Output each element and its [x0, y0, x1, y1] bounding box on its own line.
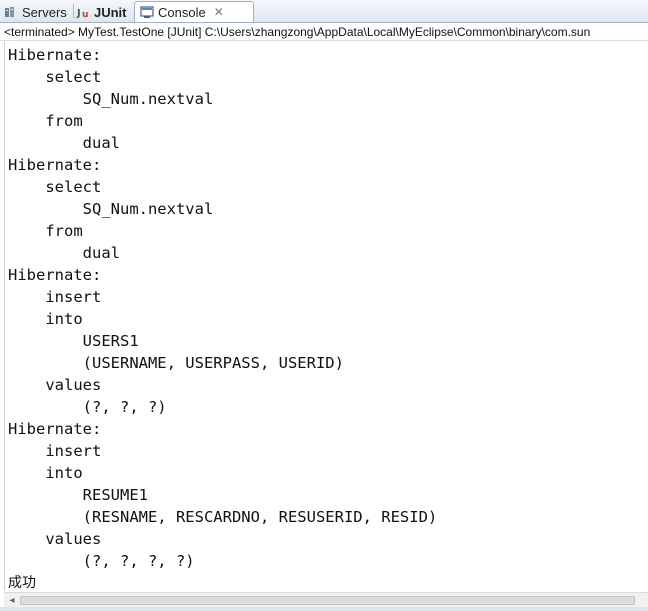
console-line: SQ_Num.nextval: [8, 200, 214, 218]
console-line: Hibernate:: [8, 420, 102, 438]
console-line: select: [8, 178, 102, 196]
scrollbar-thumb[interactable]: [20, 596, 635, 605]
tab-junit-label: JUnit: [94, 4, 127, 20]
tab-divider: [73, 4, 74, 18]
console-line: values: [8, 530, 102, 548]
horizontal-scrollbar[interactable]: ◂: [4, 592, 648, 608]
console-line: SQ_Num.nextval: [8, 90, 214, 108]
close-icon[interactable]: ✕: [214, 5, 224, 19]
console-line: dual: [8, 244, 120, 262]
console-line: values: [8, 376, 102, 394]
tab-servers-label: Servers: [22, 4, 67, 20]
tab-servers[interactable]: Servers: [4, 2, 67, 22]
console-line: (?, ?, ?, ?): [8, 552, 195, 570]
console-line: USERS1: [8, 332, 139, 350]
console-line: into: [8, 310, 83, 328]
tab-console[interactable]: Console ✕: [134, 1, 254, 22]
console-icon: [140, 5, 154, 19]
console-line: RESUME1: [8, 486, 148, 504]
console-line: (?, ?, ?): [8, 398, 167, 416]
console-frame-border: [4, 42, 5, 590]
console-line: from: [8, 222, 83, 240]
console-line: Hibernate:: [8, 156, 102, 174]
bottom-border: [0, 607, 648, 611]
scroll-left-arrow-icon[interactable]: ◂: [6, 593, 18, 608]
console-line: from: [8, 112, 83, 130]
tab-console-label: Console: [158, 4, 206, 20]
console-line: Hibernate:: [8, 46, 102, 64]
console-line: (USERNAME, USERPASS, USERID): [8, 354, 344, 372]
console-line: insert: [8, 288, 102, 306]
console-output[interactable]: Hibernate: select SQ_Num.nextval from du…: [8, 44, 644, 592]
svg-text:J: J: [76, 8, 81, 19]
svg-text:u: u: [82, 10, 88, 19]
tab-junit[interactable]: Ju JUnit: [76, 2, 127, 22]
console-line: into: [8, 464, 83, 482]
console-line: dual: [8, 134, 120, 152]
console-status-line: <terminated> MyTest.TestOne [JUnit] C:\U…: [0, 23, 648, 41]
junit-icon: Ju: [76, 5, 90, 20]
servers-icon: [4, 5, 18, 19]
console-line: (RESNAME, RESCARDNO, RESUSERID, RESID): [8, 508, 438, 526]
console-line: 成功: [8, 575, 36, 591]
console-line: Hibernate:: [8, 266, 102, 284]
console-line: insert: [8, 442, 102, 460]
console-line: select: [8, 68, 102, 86]
view-tab-bar: Servers Ju JUnit Console ✕: [0, 0, 648, 23]
